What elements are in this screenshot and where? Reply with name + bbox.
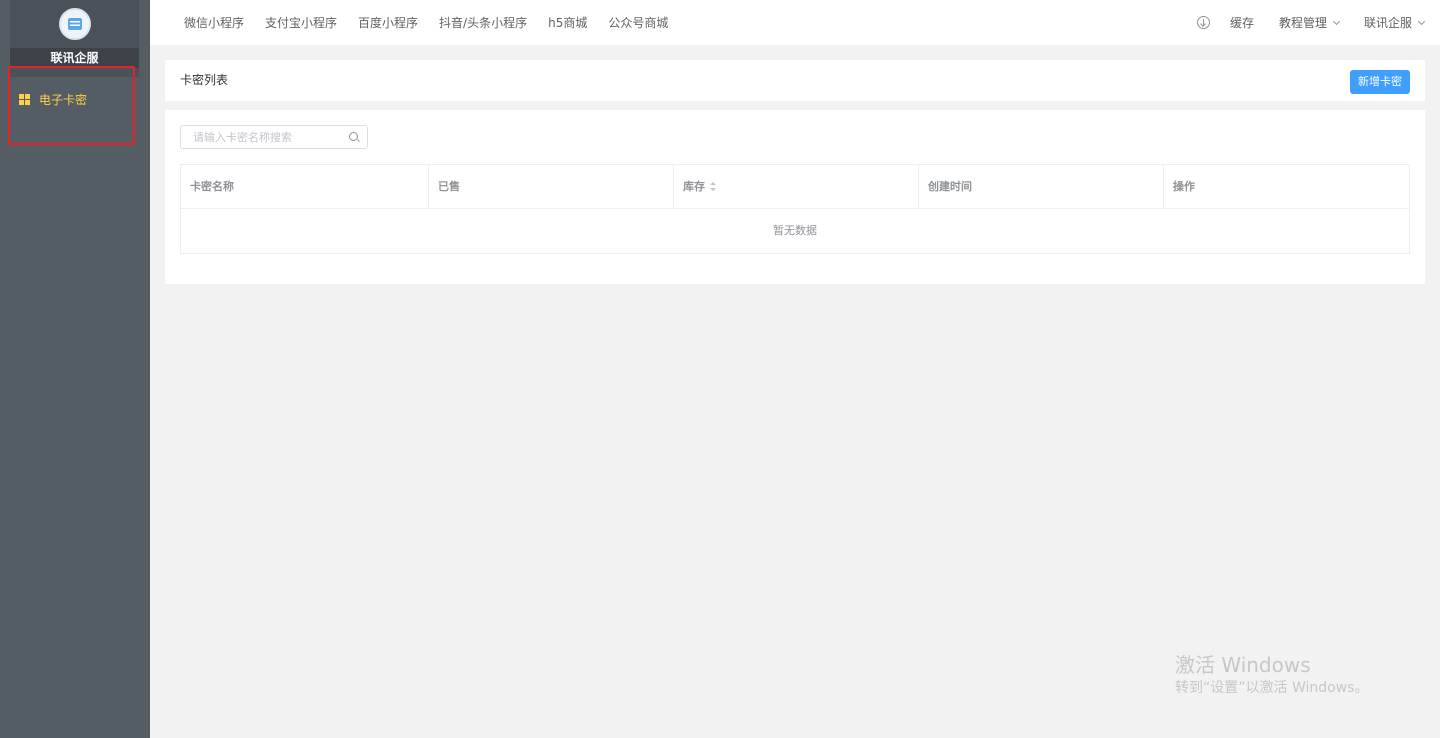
watermark-subtitle: 转到“设置”以激活 Windows。 [1175,680,1369,696]
card-body: 卡密名称 已售 库存 创建时间 操作 暂无数据 [165,110,1425,284]
tutorial-dropdown[interactable]: 教程管理 [1278,14,1341,31]
chevron-down-icon [1417,17,1426,25]
logo-icon[interactable] [59,8,91,40]
tutorial-label: 教程管理 [1278,16,1327,30]
top-nav: 微信小程序 支付宝小程序 百度小程序 抖音/头条小程序 h5商城 公众号商城 [184,0,689,45]
top-bar: 微信小程序 支付宝小程序 百度小程序 抖音/头条小程序 h5商城 公众号商城 缓… [150,0,1440,45]
search-box [180,125,368,149]
cache-label: 缓存 [1229,16,1254,30]
add-card-button[interactable]: 新增卡密 [1350,70,1410,94]
column-header-stock[interactable]: 库存 [674,165,919,208]
column-header-name: 卡密名称 [181,165,429,208]
nav-h5-mall[interactable]: h5商城 [548,14,587,31]
nav-douyin-miniprogram[interactable]: 抖音/头条小程序 [439,14,527,31]
windows-activation-watermark: 激活 Windows 转到“设置”以激活 Windows。 [1175,652,1368,698]
top-right-actions: 缓存 教程管理 联讯企服 [1196,0,1426,45]
sidebar-item-electronic-card[interactable]: 电子卡密 [10,86,135,112]
user-label: 联讯企服 [1363,16,1412,30]
column-header-sold: 已售 [429,165,674,208]
table-header: 卡密名称 已售 库存 创建时间 操作 [181,165,1409,209]
nav-baidu-miniprogram[interactable]: 百度小程序 [358,14,418,31]
page-title: 卡密列表 [180,73,229,87]
download-circle-icon[interactable] [1196,16,1210,29]
card-table: 卡密名称 已售 库存 创建时间 操作 暂无数据 [180,164,1410,254]
cache-button[interactable]: 缓存 [1230,14,1254,31]
column-header-created: 创建时间 [919,165,1164,208]
search-input[interactable] [181,126,341,148]
sidebar: 联讯企服 电子卡密 [0,0,150,738]
column-header-actions: 操作 [1173,180,1195,193]
grid-icon [19,93,30,105]
table-empty-text: 暂无数据 [773,224,817,237]
nav-alipay-miniprogram[interactable]: 支付宝小程序 [265,14,337,31]
nav-wechat-miniprogram[interactable]: 微信小程序 [184,14,244,31]
user-dropdown[interactable]: 联讯企服 [1363,14,1426,31]
brand-name: 联讯企服 [10,48,139,68]
sort-icon[interactable] [710,182,716,192]
search-icon[interactable] [349,132,358,141]
column-header-stock-label: 库存 [683,180,705,193]
watermark-title: 激活 Windows [1175,653,1311,677]
sidebar-logo-area: 联讯企服 [10,0,139,77]
chevron-down-icon [1332,17,1341,25]
nav-official-account-mall[interactable]: 公众号商城 [608,14,668,31]
sidebar-item-label: 电子卡密 [39,92,88,107]
card-header: 卡密列表 新增卡密 [165,60,1425,101]
